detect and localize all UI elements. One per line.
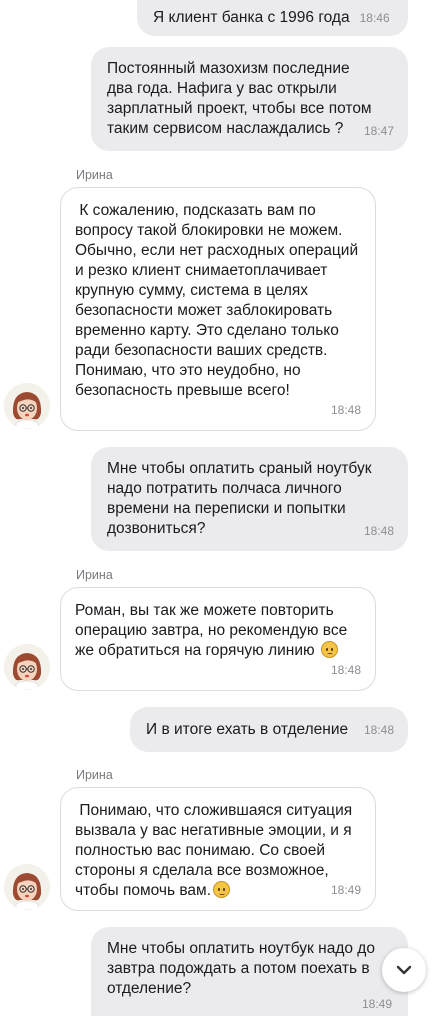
pensive-face-icon xyxy=(213,881,230,898)
outgoing-message: Постоянный мазохизм последние два года. … xyxy=(91,47,408,151)
message-time: 18:46 xyxy=(359,11,390,25)
message-time: 18:47 xyxy=(363,124,394,138)
message-text: Роман, вы так же можете повторить операц… xyxy=(75,602,348,659)
sender-name: Ирина xyxy=(76,168,113,182)
operator-avatar-icon[interactable] xyxy=(4,644,50,690)
sender-name: Ирина xyxy=(76,568,113,582)
outgoing-message: И в итоге ехать в отделение 18:48 xyxy=(130,707,408,752)
message-time: 18:49 xyxy=(330,883,361,897)
message-time: 18:48 xyxy=(330,403,361,417)
operator-avatar-icon[interactable] xyxy=(4,864,50,910)
message-time: 18:48 xyxy=(363,723,394,737)
incoming-message: К сожалению, подсказать вам по вопросу т… xyxy=(60,187,376,431)
incoming-message: Понимаю, что сложившаяся ситуация вызвал… xyxy=(60,787,376,911)
message-text: Мне чтобы оплатить сраный ноутбук надо п… xyxy=(107,460,372,537)
message-text: Постоянный мазохизм последние два года. … xyxy=(107,60,372,137)
outgoing-message: Я клиент банка с 1996 года 18:46 xyxy=(137,0,408,36)
sender-name: Ирина xyxy=(76,768,113,782)
message-time: 18:48 xyxy=(363,524,394,538)
chevron-down-icon xyxy=(396,965,412,975)
message-time: 18:49 xyxy=(361,997,392,1011)
slightly-frowning-face-icon xyxy=(320,641,338,658)
scroll-to-bottom-button[interactable] xyxy=(382,948,426,992)
incoming-message: Роман, вы так же можете повторить операц… xyxy=(60,587,376,691)
operator-avatar-icon[interactable] xyxy=(4,383,50,429)
message-text: Я клиент банка с 1996 года xyxy=(153,9,350,26)
message-text: Понимаю, что сложившаяся ситуация вызвал… xyxy=(75,802,357,899)
message-text: Мне чтобы оплатить ноутбук надо до завтр… xyxy=(107,940,375,997)
outgoing-message: Мне чтобы оплатить ноутбук надо до завтр… xyxy=(91,927,408,1016)
message-time: 18:48 xyxy=(330,663,361,677)
message-text: К сожалению, подсказать вам по вопросу т… xyxy=(75,202,363,399)
message-text: И в итоге ехать в отделение xyxy=(146,721,349,738)
outgoing-message: Мне чтобы оплатить сраный ноутбук надо п… xyxy=(91,447,408,551)
